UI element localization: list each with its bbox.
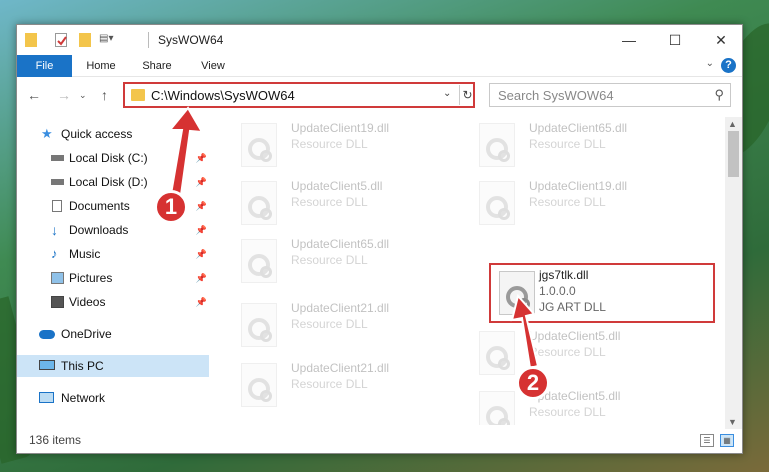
step-1-badge: 1 (154, 190, 188, 224)
annotation-arrows (167, 106, 540, 370)
arrow-2 (510, 293, 540, 370)
step-2-badge: 2 (516, 366, 550, 400)
arrow-1 (167, 106, 204, 204)
